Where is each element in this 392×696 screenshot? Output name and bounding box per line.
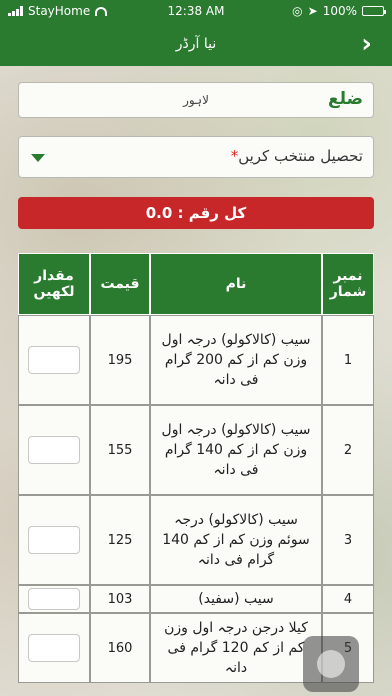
header-price: قیمت [90, 253, 150, 315]
price-cell: 103 [90, 585, 150, 613]
table-row: 195 سیب (کالاکولو) درجہ اول وزن کم از کم… [18, 315, 374, 405]
battery-percent: 100% [322, 4, 357, 18]
battery-icon [362, 6, 386, 16]
table-header: مقدار لکھیں قیمت نام نمبر شمار [18, 253, 374, 315]
table-row: 155 سیب (کالاکولو) درجہ اول وزن کم از کم… [18, 405, 374, 495]
total-amount-text: کل رقم : 0.0 [145, 204, 247, 222]
nav-bar: نیا آرڈر › [0, 22, 392, 66]
signal-icon [8, 6, 23, 16]
quantity-input[interactable] [28, 526, 80, 554]
district-field[interactable]: ضلع لاہور [18, 82, 374, 118]
quantity-input[interactable] [28, 436, 80, 464]
caret-down-icon [31, 154, 45, 162]
tehsil-select[interactable]: تحصیل منتخب کریں* [18, 136, 374, 178]
serial-cell: 3 [322, 495, 374, 585]
name-cell: کیلا درجن درجہ اول وزن کم از کم 120 گرام… [150, 613, 322, 683]
back-chevron-icon[interactable]: › [361, 30, 372, 58]
quantity-input[interactable] [28, 346, 80, 374]
serial-cell: 1 [322, 315, 374, 405]
serial-cell: 4 [322, 585, 374, 613]
price-cell: 125 [90, 495, 150, 585]
status-bar: StayHome 12:38 AM ◎ ➤ 100% [0, 0, 392, 22]
name-cell: سیب (کالاکولو) درجہ اول وزن کم از کم 200… [150, 315, 322, 405]
location-icon: ➤ [307, 4, 318, 18]
quantity-input[interactable] [28, 588, 80, 610]
district-value: لاہور [183, 93, 209, 107]
quantity-input[interactable] [28, 634, 80, 662]
header-qty: مقدار لکھیں [18, 253, 90, 315]
page-title: نیا آرڈر [175, 36, 217, 52]
name-cell: سیب (کالاکولو) درجہ سوئم وزن کم از کم 14… [150, 495, 322, 585]
name-cell: سیب (کالاکولو) درجہ اول وزن کم از کم 140… [150, 405, 322, 495]
header-name: نام [150, 253, 322, 315]
carrier-label: StayHome [28, 4, 91, 18]
products-table: مقدار لکھیں قیمت نام نمبر شمار 195 سیب (… [18, 253, 374, 683]
assistive-touch-button[interactable] [303, 636, 359, 692]
name-cell: سیب (سفید) [150, 585, 322, 613]
lock-rotation-icon: ◎ [292, 4, 303, 18]
header-serial: نمبر شمار [322, 253, 374, 315]
table-row: 103 سیب (سفید) 4 [18, 585, 374, 613]
price-cell: 160 [90, 613, 150, 683]
price-cell: 155 [90, 405, 150, 495]
price-cell: 195 [90, 315, 150, 405]
total-amount-bar: کل رقم : 0.0 [18, 197, 374, 229]
top-bar: StayHome 12:38 AM ◎ ➤ 100% نیا آرڈر › [0, 0, 392, 66]
table-row: 125 سیب (کالاکولو) درجہ سوئم وزن کم از ک… [18, 495, 374, 585]
serial-cell: 2 [322, 405, 374, 495]
tehsil-placeholder: تحصیل منتخب کریں* [230, 147, 363, 165]
wifi-icon [95, 6, 108, 16]
